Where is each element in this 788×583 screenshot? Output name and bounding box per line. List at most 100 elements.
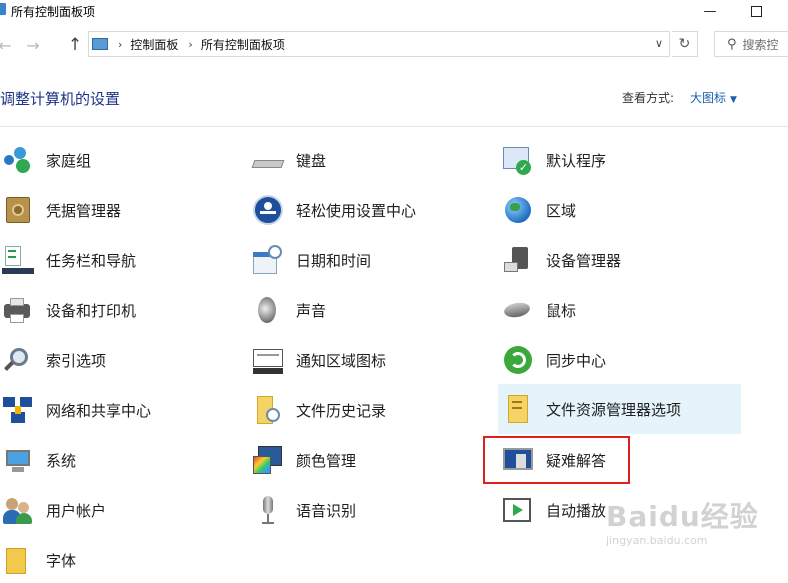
chevron-right-icon: › xyxy=(118,37,123,51)
item-keyboard[interactable]: 键盘 xyxy=(251,137,327,183)
item-sync-center[interactable]: 同步中心 xyxy=(502,337,606,383)
mouse-icon xyxy=(502,294,534,326)
item-autoplay[interactable]: 自动播放 xyxy=(502,487,606,533)
address-bar[interactable]: › 控制面板 › 所有控制面板项 ∨ xyxy=(88,31,670,57)
printer-icon xyxy=(2,294,34,326)
item-label: 网络和共享中心 xyxy=(46,401,152,420)
search-input[interactable]: ⚲ 搜索控 xyxy=(714,31,788,57)
taskbar-icon xyxy=(2,244,34,276)
address-row: ← → ↑ › 控制面板 › 所有控制面板项 ∨ ↻ ⚲ 搜索控 xyxy=(0,26,788,64)
sync-center-icon xyxy=(502,344,534,376)
view-by-label: 查看方式: xyxy=(622,91,675,105)
search-placeholder: 搜索控 xyxy=(742,37,779,52)
item-label: 通知区域图标 xyxy=(296,351,387,370)
item-label: 自动播放 xyxy=(546,501,607,520)
baidu-watermark: Baidu经验 xyxy=(606,500,759,533)
item-file-history[interactable]: 文件历史记录 xyxy=(252,387,386,433)
item-credential-manager[interactable]: 凭据管理器 xyxy=(2,187,121,233)
item-label: 颜色管理 xyxy=(296,451,357,470)
item-system[interactable]: 系统 xyxy=(2,437,76,483)
homegroup-icon xyxy=(2,144,34,176)
item-taskbar[interactable]: 任务栏和导航 xyxy=(2,237,136,283)
chevron-right-icon: › xyxy=(188,37,193,51)
baidu-watermark-url: jingyan.baidu.com xyxy=(606,534,708,547)
control-panel-icon xyxy=(92,38,108,50)
view-by-dropdown[interactable]: 大图标 ▼ xyxy=(690,89,737,106)
item-devices-printers[interactable]: 设备和打印机 xyxy=(2,287,136,333)
item-date-time[interactable]: 日期和时间 xyxy=(252,237,371,283)
item-label: 鼠标 xyxy=(546,301,577,320)
maximize-icon xyxy=(750,5,762,17)
item-label: 语音识别 xyxy=(296,501,357,520)
breadcrumb-control-panel[interactable]: 控制面板 xyxy=(130,36,178,53)
breadcrumb-all-items[interactable]: 所有控制面板项 xyxy=(201,36,285,53)
item-ease-of-access[interactable]: 轻松使用设置中心 xyxy=(252,187,416,233)
folder-options-icon xyxy=(502,393,534,425)
maximize-button[interactable] xyxy=(736,0,776,22)
item-label: 文件历史记录 xyxy=(296,401,387,420)
item-label: 键盘 xyxy=(296,151,327,170)
page-title: 调整计算机的设置 xyxy=(0,90,121,108)
item-label: 家庭组 xyxy=(46,151,92,170)
item-label: 设备管理器 xyxy=(546,251,622,270)
view-by-value: 大图标 xyxy=(690,91,727,105)
item-label: 同步中心 xyxy=(546,351,607,370)
minimize-button[interactable]: — xyxy=(690,0,730,22)
speaker-icon xyxy=(252,294,284,326)
item-label: 用户帐户 xyxy=(46,501,107,520)
indexing-icon xyxy=(2,344,34,376)
microphone-icon xyxy=(252,494,284,526)
item-label: 默认程序 xyxy=(546,151,607,170)
item-mouse[interactable]: 鼠标 xyxy=(502,287,576,333)
item-region[interactable]: 区域 xyxy=(502,187,576,233)
credential-manager-icon xyxy=(2,194,34,226)
triangle-down-icon: ▼ xyxy=(730,95,737,105)
item-label: 索引选项 xyxy=(46,351,107,370)
default-programs-icon: ✓ xyxy=(502,144,534,176)
chevron-down-icon[interactable]: ∨ xyxy=(655,37,663,50)
forward-button[interactable]: → xyxy=(22,34,44,56)
item-label: 声音 xyxy=(296,301,327,320)
item-speech-recognition[interactable]: 语音识别 xyxy=(252,487,356,533)
item-label: 字体 xyxy=(46,551,77,570)
device-manager-icon xyxy=(502,244,534,276)
notification-icon xyxy=(252,344,284,376)
autoplay-icon xyxy=(502,494,534,526)
item-fonts[interactable]: 字体 xyxy=(2,537,76,583)
item-label: 区域 xyxy=(546,201,577,220)
item-sound[interactable]: 声音 xyxy=(252,287,326,333)
keyboard-icon xyxy=(251,144,285,176)
troubleshooting-icon xyxy=(502,444,534,476)
color-management-icon xyxy=(252,444,284,476)
item-user-accounts[interactable]: 用户帐户 xyxy=(2,487,106,533)
back-button[interactable]: ← xyxy=(0,34,16,56)
item-network-sharing[interactable]: 网络和共享中心 xyxy=(2,387,151,433)
search-icon: ⚲ xyxy=(727,36,737,52)
item-file-explorer-options[interactable]: 文件资源管理器选项 xyxy=(498,384,741,434)
item-label: 轻松使用设置中心 xyxy=(296,201,417,220)
item-label: 任务栏和导航 xyxy=(46,251,137,270)
item-label: 设备和打印机 xyxy=(46,301,137,320)
refresh-button[interactable]: ↻ xyxy=(672,31,698,57)
item-indexing-options[interactable]: 索引选项 xyxy=(2,337,106,383)
item-default-programs[interactable]: ✓ 默认程序 xyxy=(502,137,606,183)
item-label: 凭据管理器 xyxy=(46,201,122,220)
item-notification-icons[interactable]: 通知区域图标 xyxy=(252,337,386,383)
item-label: 疑难解答 xyxy=(546,451,607,470)
item-label: 日期和时间 xyxy=(296,251,372,270)
system-monitor-icon xyxy=(2,444,34,476)
item-device-manager[interactable]: 设备管理器 xyxy=(502,237,621,283)
item-color-management[interactable]: 颜色管理 xyxy=(252,437,356,483)
item-troubleshooting[interactable]: 疑难解答 xyxy=(483,436,630,484)
fonts-icon xyxy=(2,544,34,576)
file-history-icon xyxy=(252,394,284,426)
ease-of-access-icon xyxy=(252,194,284,226)
item-homegroup[interactable]: 家庭组 xyxy=(2,137,91,183)
date-time-icon xyxy=(252,244,284,276)
region-globe-icon xyxy=(502,194,534,226)
up-button[interactable]: ↑ xyxy=(64,34,86,56)
network-icon xyxy=(2,394,34,426)
divider xyxy=(0,126,788,127)
item-label: 文件资源管理器选项 xyxy=(546,400,682,419)
title-bar: 所有控制面板项 — xyxy=(0,0,788,22)
